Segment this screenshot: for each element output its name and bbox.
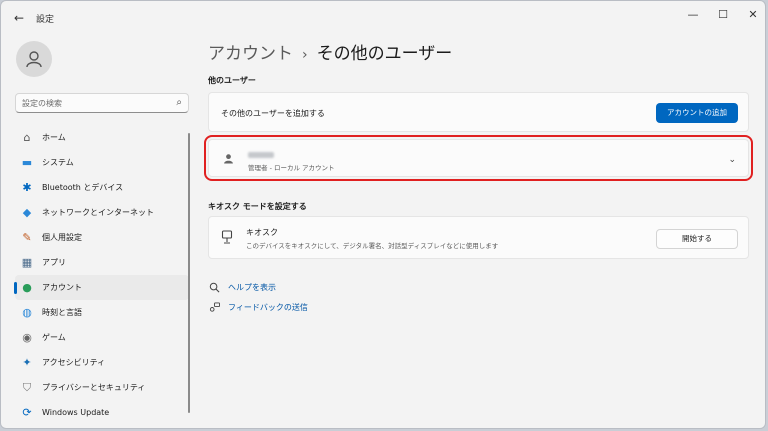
sidebar-item-home[interactable]: ⌂ ホーム: [15, 125, 189, 150]
sidebar-item-label: ゲーム: [42, 333, 66, 342]
sidebar-item-label: ネットワークとインターネット: [42, 208, 154, 217]
feedback-link-label[interactable]: フィードバックの送信: [228, 302, 308, 313]
sidebar-item-label: 個人用設定: [42, 233, 82, 242]
app-title: 設定: [36, 15, 55, 25]
system-icon: ▬: [21, 156, 33, 169]
sidebar-item-label: アクセシビリティ: [42, 358, 106, 367]
section-heading-kiosk: キオスク モードを設定する: [208, 202, 307, 211]
shield-icon: ⛉: [22, 380, 32, 394]
help-icon: [208, 281, 220, 293]
add-user-text: その他のユーザーを追加する: [221, 109, 325, 118]
sidebar-item-time-language[interactable]: ◍ 時刻と言語: [15, 300, 189, 325]
sidebar-item-label: Bluetooth とデバイス: [42, 183, 124, 192]
kiosk-description: このデバイスをキオスクにして、デジタル署名、対話型ディスプレイなどに使用します: [246, 242, 499, 250]
maximize-button[interactable]: ☐: [709, 5, 737, 25]
title-bar: ← 設定 — ☐ ✕: [1, 1, 765, 33]
sidebar-item-label: システム: [42, 158, 74, 167]
user-name-redacted: [248, 152, 274, 158]
help-link-label[interactable]: ヘルプを表示: [228, 282, 276, 293]
sidebar-item-privacy[interactable]: ⛉ プライバシーとセキュリティ: [15, 375, 189, 400]
sidebar-scrollbar[interactable]: [188, 133, 190, 413]
network-icon: ◆: [22, 206, 32, 219]
bluetooth-icon: ✱: [22, 181, 32, 194]
page-title: その他のユーザー: [316, 44, 453, 64]
apps-icon: ▦: [21, 256, 33, 269]
sidebar-item-bluetooth[interactable]: ✱ Bluetooth とデバイス: [15, 175, 189, 200]
kiosk-card: キオスク このデバイスをキオスクにして、デジタル署名、対話型ディスプレイなどに使…: [208, 216, 749, 259]
breadcrumb-separator: ›: [302, 47, 308, 63]
section-heading-other-users: 他のユーザー: [208, 76, 256, 85]
sidebar-item-network[interactable]: ◆ ネットワークとインターネット: [15, 200, 189, 225]
accessibility-icon: ✦: [22, 356, 32, 369]
sidebar-item-label: アプリ: [42, 258, 66, 267]
home-icon: ⌂: [23, 131, 31, 144]
add-account-button[interactable]: アカウントの追加: [656, 103, 738, 123]
start-kiosk-button[interactable]: 開始する: [656, 229, 738, 249]
sidebar-item-label: 時刻と言語: [42, 308, 82, 317]
sidebar-item-personalization[interactable]: ✎ 個人用設定: [15, 225, 189, 250]
close-button[interactable]: ✕: [739, 5, 765, 25]
kiosk-title: キオスク: [246, 228, 278, 237]
breadcrumb-parent[interactable]: アカウント: [208, 44, 293, 64]
sidebar-item-label: ホーム: [42, 133, 66, 142]
user-role: 管理者 - ローカル アカウント: [248, 164, 335, 172]
globe-icon: ◍: [22, 306, 32, 319]
gamepad-icon: ◉: [22, 331, 32, 344]
local-user-card[interactable]: 管理者 - ローカル アカウント ⌄: [204, 135, 753, 181]
avatar[interactable]: [16, 41, 52, 77]
user-icon: [224, 154, 233, 164]
brush-icon: ✎: [22, 231, 32, 244]
account-icon: ●: [22, 281, 32, 294]
update-icon: ⟳: [22, 406, 32, 419]
sidebar-item-label: アカウント: [42, 283, 82, 292]
feedback-icon: [208, 301, 220, 313]
help-link[interactable]: ヘルプを表示: [208, 281, 276, 293]
sidebar-item-accounts[interactable]: ● アカウント: [14, 275, 189, 300]
feedback-link[interactable]: フィードバックの送信: [208, 301, 308, 313]
search-icon: ⌕: [176, 97, 182, 108]
minimize-button[interactable]: —: [679, 5, 707, 25]
settings-window: ← 設定 — ☐ ✕ 設定の検索 ⌕ ⌂ ホーム ▬ システム ✱ Blueto…: [0, 0, 766, 429]
sidebar-item-accessibility[interactable]: ✦ アクセシビリティ: [15, 350, 189, 375]
user-icon: [26, 51, 42, 68]
add-user-card: その他のユーザーを追加する アカウントの追加: [208, 92, 749, 132]
sidebar-item-windows-update[interactable]: ⟳ Windows Update: [15, 400, 189, 425]
sidebar-item-label: Windows Update: [42, 408, 110, 417]
sidebar-nav: ⌂ ホーム ▬ システム ✱ Bluetooth とデバイス ◆ ネットワークと…: [14, 125, 189, 425]
sidebar-item-gaming[interactable]: ◉ ゲーム: [15, 325, 189, 350]
search-box[interactable]: 設定の検索 ⌕: [15, 93, 189, 113]
chevron-down-icon[interactable]: ⌄: [728, 155, 736, 165]
kiosk-icon: [221, 230, 233, 244]
back-button[interactable]: ←: [11, 10, 27, 26]
breadcrumb: アカウント › その他のユーザー: [208, 39, 452, 64]
sidebar-item-apps[interactable]: ▦ アプリ: [15, 250, 189, 275]
search-input[interactable]: 設定の検索: [22, 98, 62, 109]
sidebar-item-system[interactable]: ▬ システム: [15, 150, 189, 175]
sidebar-item-label: プライバシーとセキュリティ: [42, 383, 146, 392]
